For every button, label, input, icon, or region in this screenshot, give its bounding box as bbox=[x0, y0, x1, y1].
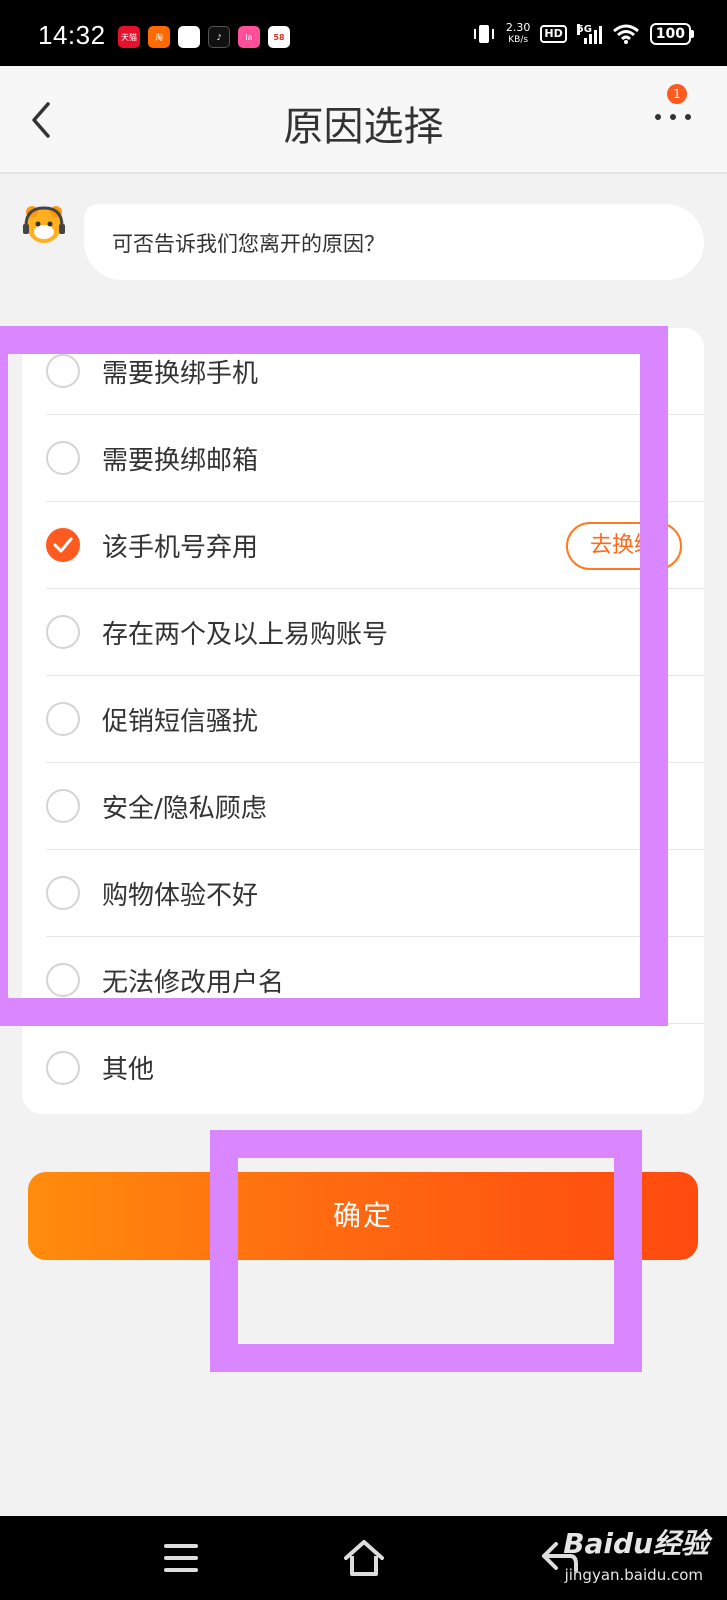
page-header: 原因选择 1 bbox=[0, 66, 727, 174]
tiktok-app-icon: ♪ bbox=[208, 26, 230, 48]
system-indicators: 2.30 KB/s HD 5G 100 bbox=[472, 21, 695, 46]
highlight-box bbox=[0, 326, 668, 1026]
watermark-url: jingyan.baidu.com bbox=[564, 1566, 703, 1584]
chat-bubble: 可否告诉我们您离开的原因？ bbox=[84, 204, 704, 280]
highlight-box bbox=[210, 1130, 642, 1372]
battery-icon: 100 bbox=[649, 23, 695, 45]
more-icon[interactable] bbox=[655, 114, 691, 120]
home-icon[interactable] bbox=[342, 1538, 386, 1578]
option-label: 其他 bbox=[102, 1055, 155, 1085]
signal-icon: 5G bbox=[576, 24, 602, 44]
system-nav-bar: Baidu经验 jingyan.baidu.com bbox=[0, 1516, 727, 1600]
notification-icons: 天猫 淘 ♪ la 58 bbox=[118, 26, 290, 48]
taobao-app-icon: 淘 bbox=[148, 26, 170, 48]
notification-badge: 1 bbox=[667, 84, 687, 104]
wifi-icon bbox=[612, 24, 639, 44]
option-item[interactable]: 其他 bbox=[46, 1024, 704, 1111]
58-app-icon: 58 bbox=[268, 26, 290, 48]
mail-app-icon bbox=[178, 26, 200, 48]
network-speed: 2.30 KB/s bbox=[505, 21, 531, 46]
lala-app-icon: la bbox=[238, 26, 260, 48]
status-bar: 14:32 天猫 淘 ♪ la 58 2.30 KB/s HD 5G 100 bbox=[0, 0, 727, 66]
mascot-avatar bbox=[23, 206, 65, 243]
watermark-brand: Baidu经验 bbox=[563, 1527, 709, 1560]
hd-indicator: HD bbox=[540, 25, 567, 43]
tmall-app-icon: 天猫 bbox=[118, 26, 140, 48]
page-title: 原因选择 bbox=[283, 104, 444, 150]
vibrate-icon bbox=[473, 25, 494, 43]
status-time: 14:32 bbox=[38, 20, 106, 50]
chat-message: 可否告诉我们您离开的原因？ bbox=[112, 232, 385, 256]
menu-icon[interactable] bbox=[164, 1544, 198, 1572]
radio-button[interactable] bbox=[46, 1050, 80, 1085]
